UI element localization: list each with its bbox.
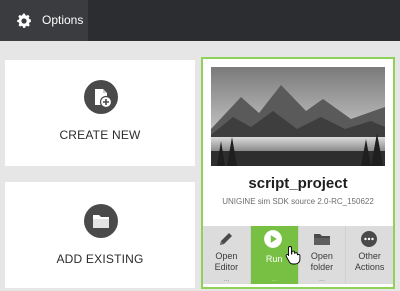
project-subtitle: UNIGINE sim SDK source 2.0-RC_150622 [222,197,374,206]
new-file-icon [84,80,118,114]
other-actions-label: Other Actions [354,251,385,272]
project-thumbnail [211,67,385,166]
hand-cursor-icon [285,246,301,265]
more-icon [361,231,378,247]
open-folder-button[interactable]: Open folder ... [298,226,346,284]
folder-icon [84,204,118,238]
pencil-icon [220,233,232,245]
open-editor-label: Open Editor [214,251,239,272]
top-bar: Options [0,0,400,41]
open-editor-more: ... [223,276,230,283]
create-new-card[interactable]: CREATE NEW [5,60,195,166]
options-label: Options [42,13,84,27]
open-folder-more: ... [318,276,325,283]
add-existing-label: ADD EXISTING [56,252,144,266]
open-editor-button[interactable]: Open Editor ... [203,226,250,284]
create-new-label: CREATE NEW [59,128,141,142]
options-button[interactable]: Options [0,0,88,41]
folder-icon [313,234,330,245]
gear-icon [17,13,32,28]
play-icon [263,230,282,248]
add-existing-card[interactable]: ADD EXISTING [5,182,195,288]
other-actions-button[interactable]: Other Actions [346,226,393,284]
run-more: ... [271,276,278,283]
open-folder-label: Open folder [310,251,334,272]
project-title: script_project [248,175,348,192]
